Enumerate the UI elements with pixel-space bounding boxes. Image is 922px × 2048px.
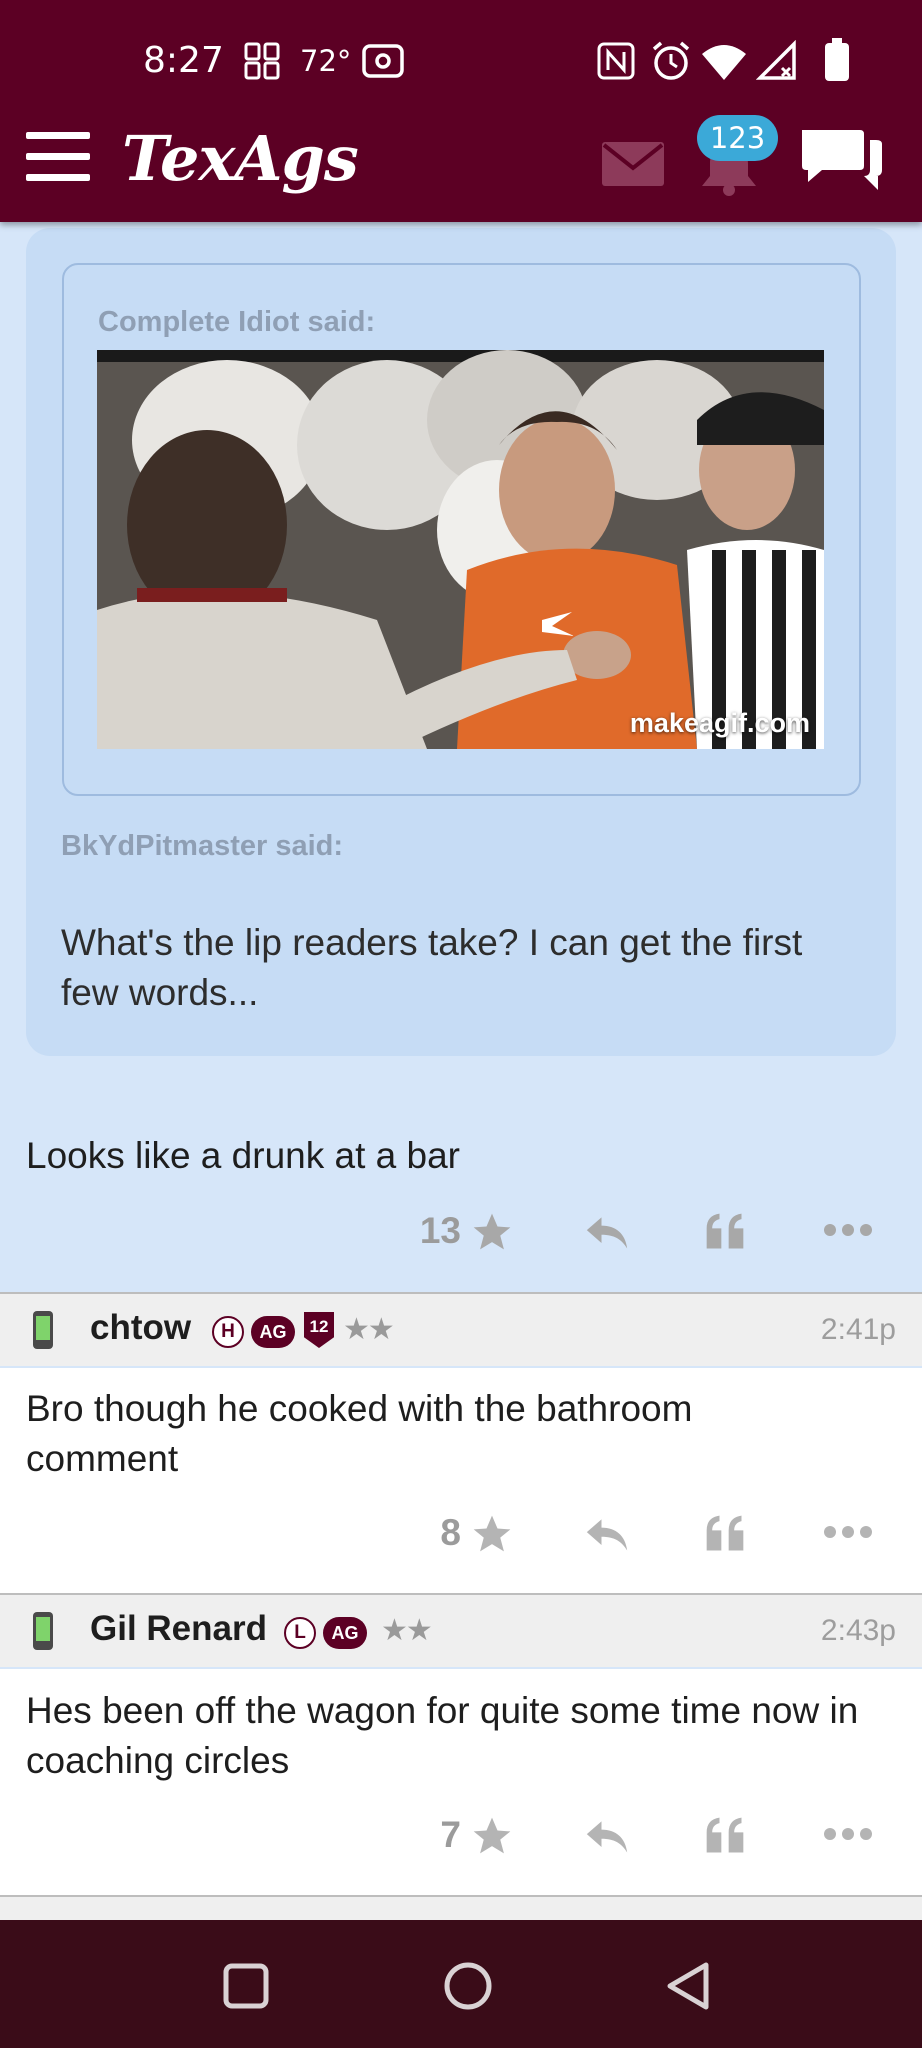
star-count: 13 — [419, 1210, 461, 1251]
post-text: Hes been off the wagon for quite some ti… — [26, 1690, 859, 1781]
quote-icon[interactable] — [703, 1512, 747, 1556]
system-nav-bar — [0, 1920, 922, 2048]
app-header: 8:27 72° TexAgs 123 — [0, 0, 922, 222]
badge-h: H — [212, 1316, 244, 1348]
mail-icon[interactable] — [602, 142, 664, 186]
star-icon[interactable] — [470, 1814, 514, 1858]
post-actions: 7 — [0, 1808, 922, 1868]
menu-icon — [26, 132, 90, 139]
grid-icon — [244, 42, 280, 80]
chat-icon[interactable] — [798, 126, 884, 196]
badge-ag: AG — [323, 1617, 367, 1649]
star-count: 8 — [440, 1512, 461, 1553]
post-header: chtow H AG 12 ★★ 2:41p — [0, 1292, 922, 1366]
home-icon[interactable] — [442, 1960, 494, 2012]
post-text: Bro though he cooked with the bathroom c… — [26, 1388, 693, 1479]
badge-ag: AG — [251, 1316, 295, 1348]
status-temperature: 72° — [300, 44, 352, 78]
post-header: Gil Renard L AG ★★ 2:43p — [0, 1593, 922, 1667]
reply-icon[interactable] — [583, 1814, 631, 1858]
badge-l: L — [284, 1617, 316, 1649]
rating-stars-icon: ★★ — [343, 1313, 395, 1346]
post-text: Looks like a drunk at a bar — [26, 1135, 460, 1176]
next-post-header — [0, 1895, 922, 1920]
star-count: 7 — [440, 1814, 461, 1855]
phone-icon — [33, 1311, 53, 1349]
menu-button[interactable] — [26, 132, 90, 186]
star-icon[interactable] — [470, 1210, 514, 1254]
gif-scene — [97, 350, 824, 749]
rating-stars-icon: ★★ — [381, 1614, 433, 1647]
quote-text: What's the lip readers take? I can get t… — [61, 922, 803, 1013]
post-time: 2:41p — [820, 1313, 896, 1346]
reply-icon[interactable] — [583, 1210, 631, 1254]
more-icon[interactable] — [822, 1826, 874, 1842]
gif-watermark: makeagif.com — [629, 708, 810, 738]
status-time: 8:27 — [143, 40, 224, 81]
more-icon[interactable] — [822, 1222, 874, 1238]
post-time: 2:43p — [820, 1614, 896, 1647]
signal-icon — [756, 40, 796, 80]
battery-icon — [825, 38, 849, 81]
post-actions: 8 — [0, 1506, 922, 1566]
radio-icon — [362, 44, 404, 78]
quoted-gif-image[interactable]: makeagif.com — [97, 350, 824, 749]
back-icon[interactable] — [664, 1960, 712, 2012]
alarm-icon — [652, 41, 690, 80]
quote-icon[interactable] — [703, 1210, 747, 1254]
quote-author: BkYdPitmaster said: — [61, 830, 344, 862]
nfc-icon — [597, 42, 635, 80]
quote-icon[interactable] — [703, 1814, 747, 1858]
more-icon[interactable] — [822, 1524, 874, 1540]
notification-badge: 123 — [697, 115, 778, 161]
post-actions: 13 — [0, 1204, 922, 1264]
badge-12: 12 — [304, 1312, 334, 1348]
site-logo[interactable]: TexAgs — [122, 122, 359, 195]
reply-icon[interactable] — [583, 1512, 631, 1556]
phone-icon — [33, 1612, 53, 1650]
nested-quote-author: Complete Idiot said: — [98, 306, 376, 338]
username[interactable]: chtow — [90, 1308, 191, 1348]
wifi-icon — [702, 45, 746, 80]
recents-icon[interactable] — [222, 1962, 270, 2010]
username[interactable]: Gil Renard — [90, 1609, 267, 1649]
star-icon[interactable] — [470, 1512, 514, 1556]
